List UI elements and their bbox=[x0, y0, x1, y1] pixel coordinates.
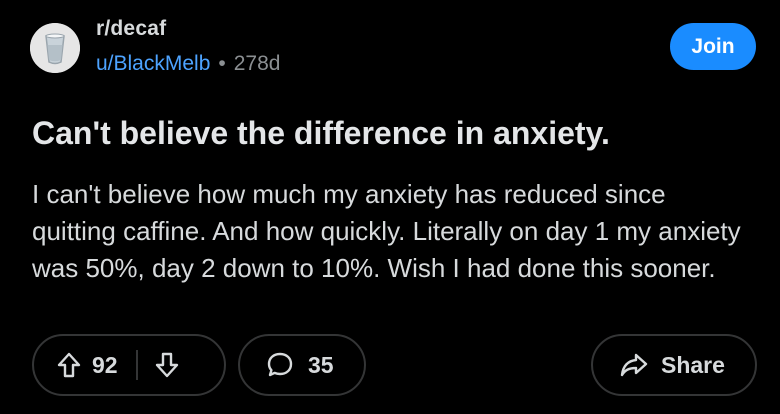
subreddit-avatar-icon[interactable] bbox=[30, 23, 80, 73]
author-username[interactable]: u/BlackMelb bbox=[96, 52, 210, 76]
post-title: Can't believe the difference in anxiety. bbox=[32, 115, 610, 151]
share-arrow-icon bbox=[619, 352, 649, 378]
join-button[interactable]: Join bbox=[670, 23, 756, 70]
vote-score: 92 bbox=[92, 351, 118, 378]
comment-count: 35 bbox=[308, 351, 334, 378]
post-meta: u/BlackMelb • 278d bbox=[96, 52, 280, 76]
arrow-down-icon[interactable] bbox=[154, 351, 180, 379]
post-body: I can't believe how much my anxiety has … bbox=[32, 179, 756, 283]
share-label: Share bbox=[661, 351, 725, 378]
share-button[interactable]: Share bbox=[591, 334, 757, 396]
meta-separator: • bbox=[218, 52, 226, 75]
subreddit-name[interactable]: r/decaf bbox=[96, 17, 166, 41]
vote-bar: 92 bbox=[32, 334, 226, 396]
vote-divider bbox=[135, 350, 138, 380]
comments-button[interactable]: 35 bbox=[238, 334, 366, 396]
speech-bubble-icon bbox=[266, 351, 294, 379]
post-age: 278d bbox=[233, 52, 281, 75]
arrow-up-icon[interactable] bbox=[56, 351, 82, 379]
